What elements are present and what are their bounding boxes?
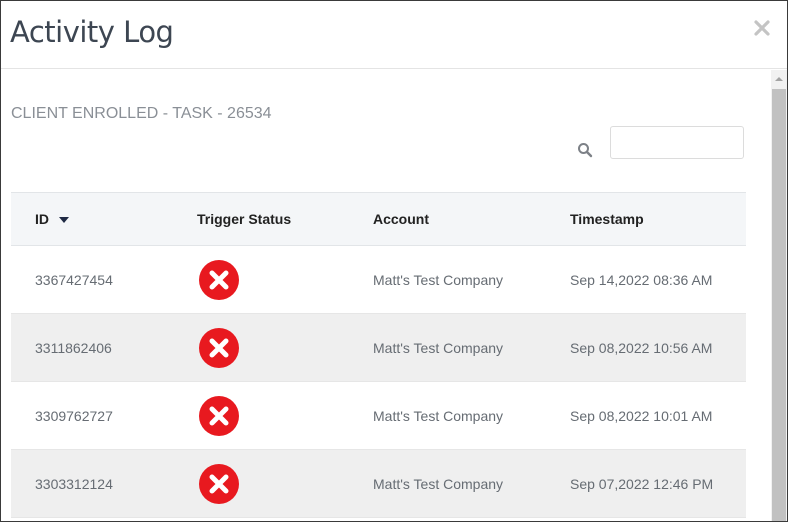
activity-log-modal: Activity Log CLIENT ENROLLED - TASK - 26… — [0, 0, 788, 522]
modal-title: Activity Log — [10, 15, 174, 49]
row-timestamp: Sep 08,2022 10:56 AM — [570, 313, 746, 382]
row-account: Matt's Test Company — [373, 245, 570, 314]
table-row[interactable]: 3311862406 Matt's Test Company Sep 08,20… — [11, 313, 746, 382]
search-input[interactable] — [610, 126, 744, 159]
error-circle-icon — [199, 327, 239, 368]
row-trigger-status — [197, 381, 373, 450]
row-id: 3303312124 — [11, 449, 197, 518]
row-trigger-status — [197, 245, 373, 314]
row-account: Matt's Test Company — [373, 381, 570, 450]
scroll-up-arrow[interactable] — [771, 70, 787, 88]
table-header-row: ID Trigger Status Account Timestamp — [11, 192, 746, 246]
row-timestamp: Sep 08,2022 10:01 AM — [570, 381, 746, 450]
row-id: 3309762727 — [11, 381, 197, 450]
row-timestamp: Sep 07,2022 12:46 PM — [570, 449, 746, 518]
column-header-id[interactable]: ID — [11, 192, 197, 246]
error-circle-icon — [199, 259, 239, 300]
column-header-account[interactable]: Account — [373, 192, 570, 246]
close-icon — [754, 20, 770, 36]
row-trigger-status — [197, 449, 373, 518]
column-header-label: Timestamp — [570, 211, 644, 227]
column-header-timestamp[interactable]: Timestamp — [570, 192, 746, 246]
modal-header: Activity Log — [1, 1, 787, 69]
error-circle-icon — [199, 463, 239, 504]
error-circle-icon — [199, 395, 239, 436]
scroll-thumb[interactable] — [772, 89, 786, 521]
row-trigger-status — [197, 313, 373, 382]
column-header-label: ID — [35, 211, 49, 227]
vertical-scrollbar[interactable] — [771, 70, 787, 521]
row-id: 3367427454 — [11, 245, 197, 314]
column-header-label: Account — [373, 211, 429, 227]
task-subtitle: CLIENT ENROLLED - TASK - 26534 — [11, 105, 272, 122]
column-header-label: Trigger Status — [197, 211, 292, 227]
activity-table: ID Trigger Status Account Timestamp 3367… — [11, 192, 746, 518]
close-button[interactable] — [751, 17, 773, 39]
chevron-up-icon — [775, 77, 783, 81]
table-row[interactable]: 3367427454 Matt's Test Company Sep 14,20… — [11, 245, 746, 314]
row-timestamp: Sep 14,2022 08:36 AM — [570, 245, 746, 314]
column-header-trigger-status[interactable]: Trigger Status — [197, 192, 373, 246]
table-row[interactable]: 3303312124 Matt's Test Company Sep 07,20… — [11, 449, 746, 518]
table-row[interactable]: 3309762727 Matt's Test Company Sep 08,20… — [11, 381, 746, 450]
search-icon — [577, 142, 593, 158]
row-account: Matt's Test Company — [373, 313, 570, 382]
row-account: Matt's Test Company — [373, 449, 570, 518]
row-id: 3311862406 — [11, 313, 197, 382]
sort-down-icon — [59, 217, 69, 224]
